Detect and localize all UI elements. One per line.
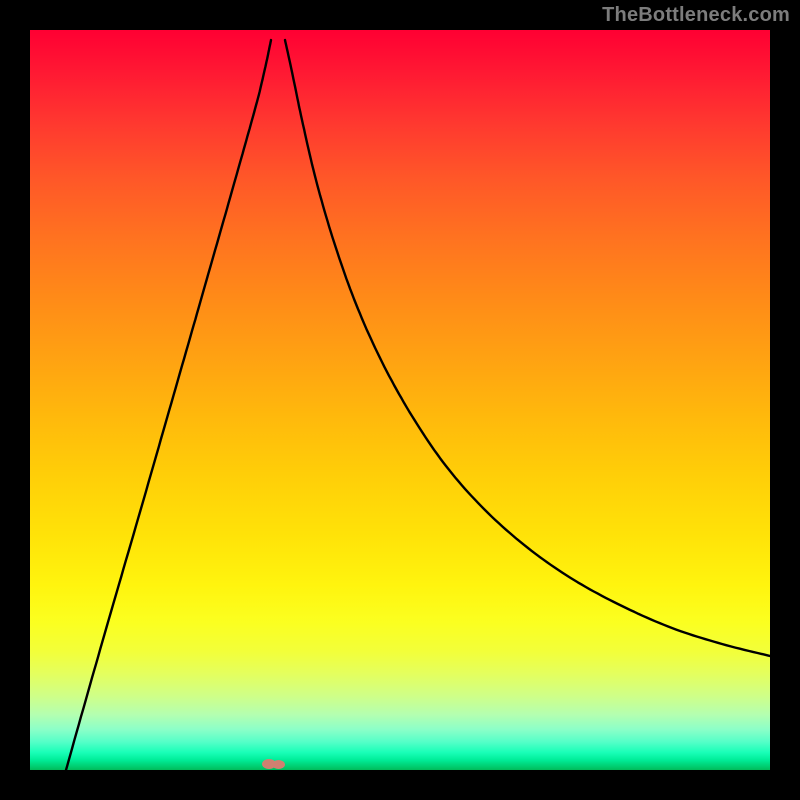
attribution-text: TheBottleneck.com [602,4,790,27]
curve-right-branch [285,40,770,656]
plot-area [30,30,770,770]
curve-left-branch [66,40,271,770]
curve-layer [30,30,770,770]
min-marker [272,760,285,769]
chart-container: TheBottleneck.com [0,0,800,800]
